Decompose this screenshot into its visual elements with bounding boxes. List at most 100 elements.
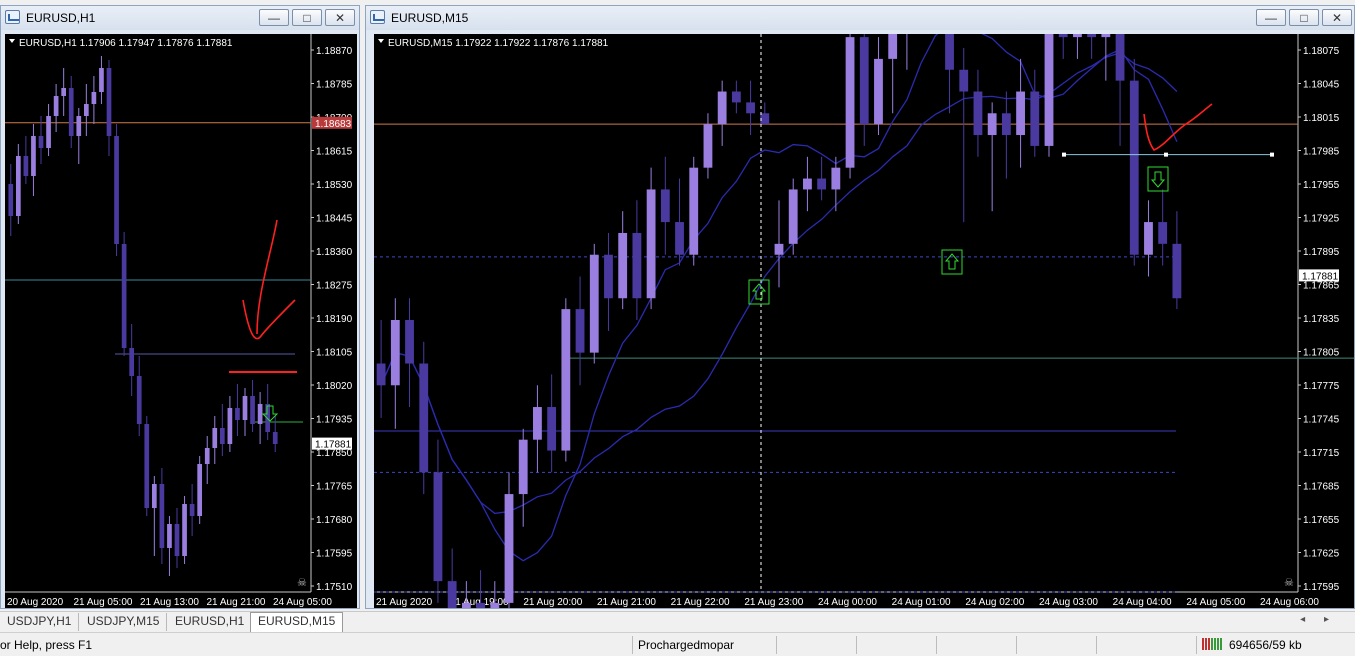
price-label: 1.18870 bbox=[316, 46, 353, 57]
tab-scroll-arrows[interactable]: ◂ ▸ bbox=[1300, 614, 1337, 625]
close-button[interactable]: ✕ bbox=[325, 9, 355, 26]
connection-bars-icon bbox=[1202, 638, 1224, 650]
price-label: 1.18015 bbox=[1303, 113, 1340, 124]
time-label: 21 Aug 21:00 bbox=[597, 597, 656, 608]
candle-body bbox=[987, 113, 997, 136]
candle-body bbox=[504, 494, 514, 603]
time-label: 21 Aug 22:00 bbox=[671, 597, 730, 608]
chart-tabs: USDJPY,H1 USDJPY,M15 EURUSD,H1 EURUSD,M1… bbox=[0, 611, 1355, 632]
window-title: EURUSD,M15 bbox=[391, 11, 469, 25]
candle-body bbox=[91, 92, 97, 104]
price-label: 1.18190 bbox=[316, 314, 353, 325]
price-label: 1.17510 bbox=[316, 582, 353, 593]
tab-usdjpy-m15[interactable]: USDJPY,M15 bbox=[80, 613, 168, 631]
time-label: 24 Aug 05:00 bbox=[273, 597, 332, 608]
price-label: 1.18105 bbox=[316, 348, 353, 359]
price-label: 1.18075 bbox=[1303, 46, 1340, 57]
window-titlebar[interactable]: EURUSD,H1 — □ ✕ bbox=[1, 6, 359, 30]
candle-body bbox=[76, 116, 82, 136]
status-profile: Prochargedmopar bbox=[638, 638, 735, 652]
time-label: 20 Aug 2020 bbox=[7, 597, 64, 608]
price-label: 1.17715 bbox=[1303, 448, 1340, 459]
price-label: 1.18530 bbox=[316, 180, 353, 191]
expert-advisor-icon: ☠ bbox=[1284, 577, 1294, 589]
tab-eurusd-m15[interactable]: EURUSD,M15 bbox=[250, 612, 344, 632]
candle-body bbox=[717, 91, 727, 125]
price-label: 1.18615 bbox=[316, 147, 353, 158]
price-label: 1.17895 bbox=[1303, 247, 1340, 258]
candle-body bbox=[189, 504, 195, 516]
time-label: 21 Aug 20:00 bbox=[523, 597, 582, 608]
candle-body bbox=[845, 37, 855, 168]
candle-body bbox=[1058, 4, 1068, 38]
candle-body bbox=[888, 26, 898, 59]
chart-canvas[interactable]: EURUSD,H1 1.17906 1.17947 1.17876 1.1788… bbox=[5, 34, 357, 608]
candle-body bbox=[874, 58, 883, 125]
chart-window-icon bbox=[370, 10, 385, 24]
candle-body bbox=[1044, 4, 1054, 146]
candle-body bbox=[227, 408, 233, 444]
maximize-button[interactable]: □ bbox=[1289, 9, 1319, 26]
candle-body bbox=[817, 178, 827, 190]
time-label: 21 Aug 05:00 bbox=[74, 597, 133, 608]
candle-body bbox=[518, 439, 528, 495]
tab-eurusd-h1[interactable]: EURUSD,H1 bbox=[168, 613, 253, 631]
candle-body bbox=[182, 504, 187, 556]
candle-body bbox=[257, 404, 263, 424]
expert-advisor-icon: ☠ bbox=[297, 577, 307, 589]
resistance-price-label: 1.18683 bbox=[315, 119, 352, 130]
price-label: 1.17775 bbox=[1303, 381, 1340, 392]
price-label: 1.18020 bbox=[316, 381, 353, 392]
candle-body bbox=[1016, 91, 1025, 136]
chart-window-eurusd-m15[interactable]: EURUSD,M15 — □ ✕ EURUSD,M15 1.17922 1.17… bbox=[365, 0, 1355, 656]
sell-arrow-icon bbox=[1150, 171, 1166, 188]
candle-body bbox=[23, 156, 29, 176]
candle-body bbox=[405, 320, 414, 364]
tab-usdjpy-h1[interactable]: USDJPY,H1 bbox=[0, 613, 80, 631]
candle-body bbox=[1158, 222, 1168, 244]
price-label: 1.18045 bbox=[1303, 80, 1340, 91]
header-dropdown-icon bbox=[9, 39, 15, 43]
candle-body bbox=[1172, 243, 1182, 299]
candle-body bbox=[114, 136, 119, 244]
candle-body bbox=[859, 37, 869, 125]
candle-body bbox=[618, 232, 628, 299]
price-chart[interactable]: EURUSD,M15 1.17922 1.17922 1.17876 1.178… bbox=[374, 0, 1354, 656]
candle-body bbox=[1129, 80, 1139, 255]
maximize-button[interactable]: □ bbox=[292, 9, 322, 26]
candle-body bbox=[490, 602, 500, 656]
candle-body bbox=[68, 88, 74, 136]
price-label: 1.17835 bbox=[1303, 314, 1340, 325]
price-chart[interactable]: EURUSD,H1 1.17906 1.17947 1.17876 1.1788… bbox=[5, 34, 357, 608]
header-dropdown-icon bbox=[378, 39, 384, 43]
window-titlebar[interactable]: EURUSD,M15 — □ ✕ bbox=[366, 6, 1354, 30]
close-button[interactable]: ✕ bbox=[1322, 9, 1352, 26]
chart-canvas[interactable]: EURUSD,M15 1.17922 1.17922 1.17876 1.178… bbox=[374, 0, 1354, 656]
time-label: 21 Aug 13:00 bbox=[140, 597, 199, 608]
candle-body bbox=[689, 167, 699, 255]
time-label: 21 Aug 23:00 bbox=[744, 597, 803, 608]
minimize-button[interactable]: — bbox=[1256, 9, 1286, 26]
candle-body bbox=[419, 363, 429, 473]
candle-body bbox=[83, 104, 89, 116]
price-label: 1.17595 bbox=[1303, 582, 1340, 593]
chart-window-eurusd-h1[interactable]: EURUSD,H1 — □ ✕ EURUSD,H1 1.17906 1.1794… bbox=[0, 5, 360, 609]
candle-body bbox=[151, 484, 157, 508]
candle-body bbox=[447, 581, 457, 636]
candle-body bbox=[167, 524, 172, 548]
candle-body bbox=[1073, 0, 1082, 38]
price-label: 1.18275 bbox=[316, 281, 353, 292]
status-bar: or Help, press F1 Prochargedmopar 694656… bbox=[0, 632, 1355, 656]
candle-body bbox=[235, 408, 240, 420]
candle-body bbox=[760, 113, 770, 125]
minimize-button[interactable]: — bbox=[259, 9, 289, 26]
candle-body bbox=[272, 432, 278, 444]
price-label: 1.18445 bbox=[316, 214, 353, 225]
candle-body bbox=[604, 254, 613, 299]
price-label: 1.17625 bbox=[1303, 549, 1340, 560]
time-label: 24 Aug 04:00 bbox=[1113, 597, 1172, 608]
candle-body bbox=[547, 407, 557, 451]
candle-body bbox=[973, 91, 983, 136]
candle-body bbox=[461, 602, 471, 636]
candle-body bbox=[1115, 15, 1125, 81]
